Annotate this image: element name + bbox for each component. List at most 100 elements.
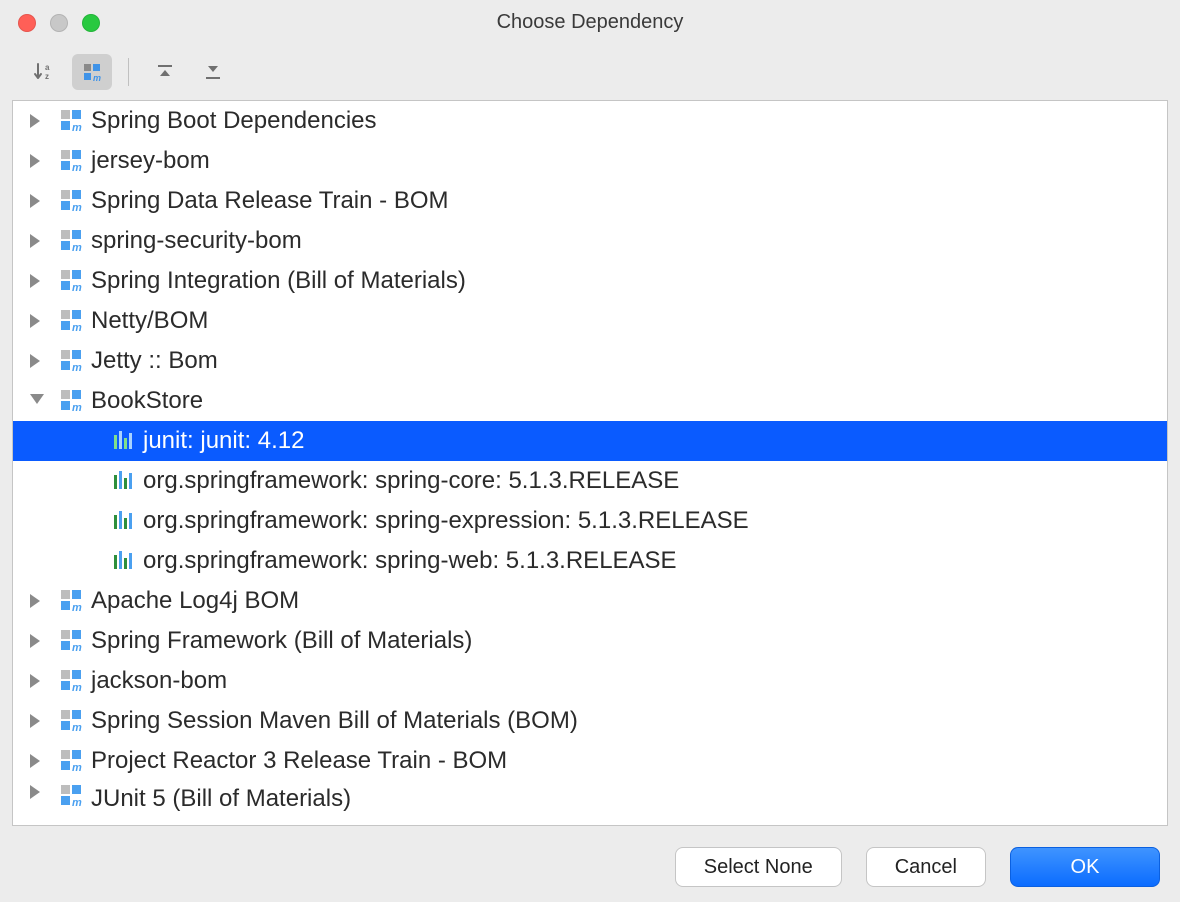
tree-item-module[interactable]: Jetty :: Bom <box>13 341 1167 381</box>
disclosure-arrow[interactable] <box>13 114 57 128</box>
tree-item-label: Spring Boot Dependencies <box>91 107 1167 135</box>
tree-item-library[interactable]: org.springframework: spring-expression: … <box>13 501 1167 541</box>
disclosure-arrow[interactable] <box>13 754 57 768</box>
svg-text:a: a <box>45 63 50 72</box>
titlebar: Choose Dependency <box>0 0 1180 44</box>
disclosure-arrow[interactable] <box>13 634 57 648</box>
disclosure-arrow[interactable] <box>13 594 57 608</box>
tree-item-module[interactable]: jersey-bom <box>13 141 1167 181</box>
chevron-down-icon <box>30 394 44 408</box>
tree-item-label: jersey-bom <box>91 147 1167 175</box>
maven-module-icon <box>57 230 87 252</box>
disclosure-arrow[interactable] <box>13 394 57 408</box>
cancel-button[interactable]: Cancel <box>866 847 986 887</box>
tree-item-module[interactable]: jackson-bom <box>13 661 1167 701</box>
expand-all-button[interactable] <box>145 54 185 90</box>
tree-item-module[interactable]: Project Reactor 3 Release Train - BOM <box>13 741 1167 781</box>
tree-item-label: Spring Framework (Bill of Materials) <box>91 627 1167 655</box>
library-icon <box>109 551 139 571</box>
chevron-right-icon <box>30 634 44 648</box>
maven-module-icon <box>57 590 87 612</box>
maven-module-icon <box>57 270 87 292</box>
tree-item-library[interactable]: junit: junit: 4.12 <box>13 421 1167 461</box>
chevron-right-icon <box>30 234 44 248</box>
tree-item-label: spring-security-bom <box>91 227 1167 255</box>
tree-item-label: Jetty :: Bom <box>91 347 1167 375</box>
expand-all-icon <box>155 62 175 82</box>
maximize-window-button[interactable] <box>82 14 100 32</box>
sort-az-icon: a z <box>33 61 55 83</box>
tree-item-module[interactable]: Spring Framework (Bill of Materials) <box>13 621 1167 661</box>
disclosure-arrow[interactable] <box>13 274 57 288</box>
tree-item-module[interactable]: JUnit 5 (Bill of Materials) <box>13 781 1167 811</box>
svg-text:z: z <box>45 72 49 81</box>
maven-module-icon <box>57 110 87 132</box>
disclosure-arrow[interactable] <box>13 354 57 368</box>
tree-item-label: junit: junit: 4.12 <box>143 427 1167 455</box>
tree-item-library[interactable]: org.springframework: spring-core: 5.1.3.… <box>13 461 1167 501</box>
maven-module-icon <box>57 350 87 372</box>
tree-item-module[interactable]: Spring Data Release Train - BOM <box>13 181 1167 221</box>
tree-item-label: Project Reactor 3 Release Train - BOM <box>91 747 1167 775</box>
tree-item-module[interactable]: Apache Log4j BOM <box>13 581 1167 621</box>
disclosure-arrow[interactable] <box>13 714 57 728</box>
chevron-right-icon <box>30 714 44 728</box>
maven-module-icon <box>57 630 87 652</box>
tree-item-library[interactable]: org.springframework: spring-web: 5.1.3.R… <box>13 541 1167 581</box>
tree-item-module[interactable]: Netty/BOM <box>13 301 1167 341</box>
tree-item-module[interactable]: Spring Boot Dependencies <box>13 101 1167 141</box>
chevron-right-icon <box>30 274 44 288</box>
tree-item-module[interactable]: BookStore <box>13 381 1167 421</box>
tree-item-module[interactable]: Spring Session Maven Bill of Materials (… <box>13 701 1167 741</box>
close-window-button[interactable] <box>18 14 36 32</box>
dialog-footer: Select None Cancel OK <box>0 832 1180 902</box>
disclosure-arrow[interactable] <box>13 154 57 168</box>
disclosure-arrow[interactable] <box>13 314 57 328</box>
sort-alpha-button[interactable]: a z <box>24 54 64 90</box>
disclosure-arrow[interactable] <box>13 785 57 799</box>
window-controls <box>18 14 100 32</box>
ok-button[interactable]: OK <box>1010 847 1160 887</box>
maven-module-icon <box>57 390 87 412</box>
show-modules-button[interactable]: m <box>72 54 112 90</box>
chevron-right-icon <box>30 354 44 368</box>
disclosure-arrow[interactable] <box>13 194 57 208</box>
maven-module-icon <box>57 150 87 172</box>
tree-item-label: org.springframework: spring-web: 5.1.3.R… <box>143 547 1167 575</box>
maven-module-icon <box>57 750 87 772</box>
tree-item-label: Spring Data Release Train - BOM <box>91 187 1167 215</box>
minimize-window-button[interactable] <box>50 14 68 32</box>
chevron-right-icon <box>30 314 44 328</box>
dialog-title: Choose Dependency <box>0 11 1180 34</box>
tree-item-label: Netty/BOM <box>91 307 1167 335</box>
chevron-right-icon <box>30 114 44 128</box>
collapse-all-button[interactable] <box>193 54 233 90</box>
maven-module-icon <box>57 670 87 692</box>
dependency-tree-container: Spring Boot Dependencies jersey-bom Spring… <box>12 100 1168 826</box>
library-icon <box>109 511 139 531</box>
library-icon <box>109 471 139 491</box>
select-none-button[interactable]: Select None <box>675 847 842 887</box>
chevron-right-icon <box>30 194 44 208</box>
maven-module-icon <box>57 190 87 212</box>
dependency-tree[interactable]: Spring Boot Dependencies jersey-bom Spring… <box>13 101 1167 825</box>
toolbar-divider <box>128 58 129 86</box>
maven-module-icon <box>57 710 87 732</box>
collapse-all-icon <box>203 62 223 82</box>
chevron-right-icon <box>30 754 44 768</box>
disclosure-arrow[interactable] <box>13 234 57 248</box>
maven-module-icon <box>57 310 87 332</box>
chevron-right-icon <box>30 674 44 688</box>
disclosure-arrow[interactable] <box>13 674 57 688</box>
chevron-right-icon <box>30 785 44 799</box>
svg-text:m: m <box>93 73 101 83</box>
dialog-window: Choose Dependency a z m <box>0 0 1180 902</box>
tree-item-module[interactable]: spring-security-bom <box>13 221 1167 261</box>
tree-item-module[interactable]: Spring Integration (Bill of Materials) <box>13 261 1167 301</box>
chevron-right-icon <box>30 154 44 168</box>
tree-item-label: jackson-bom <box>91 667 1167 695</box>
tree-item-label: Spring Integration (Bill of Materials) <box>91 267 1167 295</box>
tree-item-label: BookStore <box>91 387 1167 415</box>
toolbar: a z m <box>0 44 1180 100</box>
maven-module-icon: m <box>81 61 103 83</box>
